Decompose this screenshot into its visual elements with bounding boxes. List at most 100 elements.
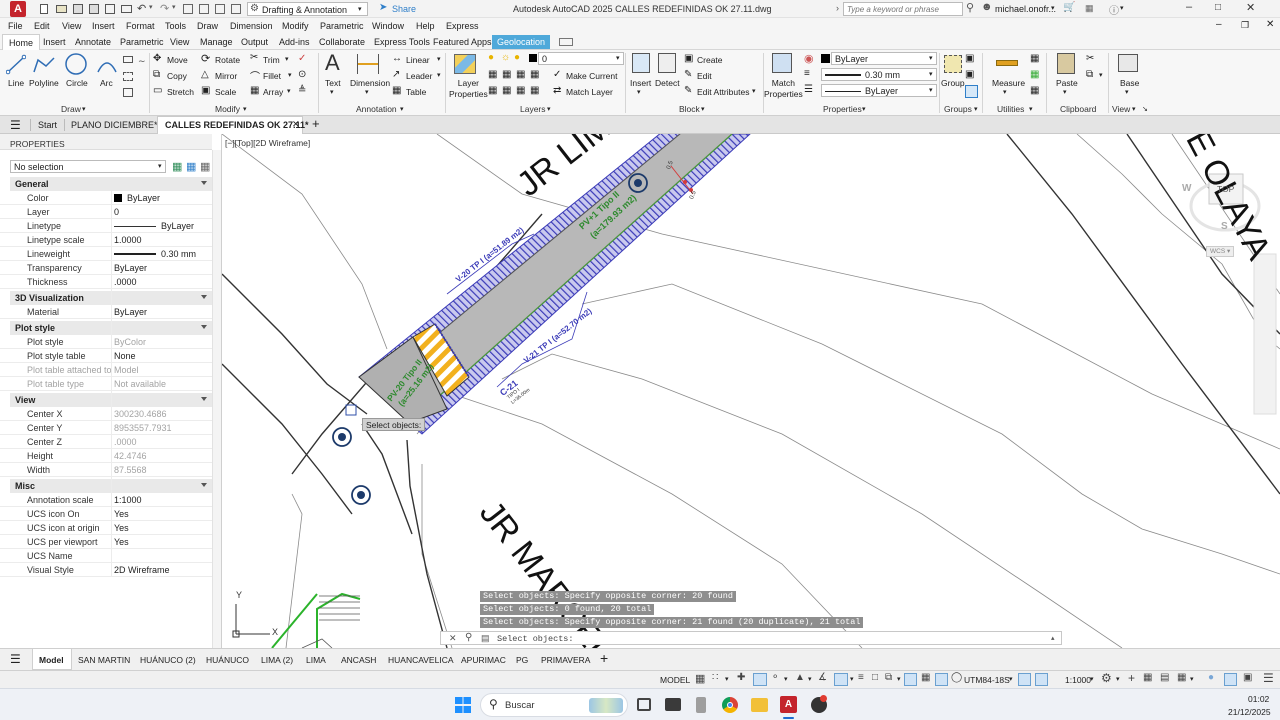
make-current-tool[interactable]: Make Current: [566, 71, 618, 81]
layer-tool-icon-3[interactable]: ▦: [516, 69, 525, 80]
folder-icon[interactable]: [751, 698, 768, 712]
insert-tool[interactable]: Insert: [630, 78, 651, 88]
color-dropdown[interactable]: ByLayer ▾: [831, 52, 937, 65]
rectangle-icon[interactable]: [123, 56, 133, 63]
command-line[interactable]: ✕ ⚲ ▤ Select objects: ▴: [440, 631, 1062, 645]
extra-app-icon[interactable]: [811, 695, 827, 713]
text-dropdown-icon[interactable]: ▾: [330, 88, 334, 96]
command-prompt-icon[interactable]: ▤: [481, 633, 490, 644]
isolate-objects-icon[interactable]: ●: [1208, 672, 1214, 683]
infer-constraints-icon[interactable]: ✚: [737, 672, 745, 683]
layer-tool-icon-4[interactable]: ▦: [530, 69, 539, 80]
layout-tab-model[interactable]: Model: [39, 655, 64, 665]
transparency-icon[interactable]: □: [872, 672, 878, 683]
ortho-icon[interactable]: [753, 673, 767, 686]
command-history-up-icon[interactable]: ▴: [1051, 634, 1055, 642]
erase-icon[interactable]: ✓: [298, 53, 306, 64]
layout-tab-apurimac[interactable]: APURIMAC: [461, 655, 506, 665]
properties-panel-label[interactable]: Properties: [823, 104, 862, 114]
menu-insert[interactable]: Insert: [92, 21, 115, 31]
annotation-scale[interactable]: 1:1000: [1065, 675, 1091, 685]
tab-output[interactable]: Output: [241, 37, 268, 47]
base-tool[interactable]: Base: [1120, 78, 1139, 88]
autoscale-icon[interactable]: [1035, 673, 1048, 686]
open-file-icon[interactable]: [56, 5, 67, 13]
lineweight-toggle-icon[interactable]: ≡: [858, 672, 864, 683]
layout-tab-lima[interactable]: LIMA: [306, 655, 326, 665]
layout-tab-huanuco-2[interactable]: HUÁNUCO (2): [140, 655, 196, 665]
tab-annotate[interactable]: Annotate: [75, 37, 111, 47]
doc-tab-close-icon[interactable]: ✕: [292, 119, 300, 130]
measure-dropdown-icon[interactable]: ▾: [1003, 88, 1007, 96]
tab-collaborate[interactable]: Collaborate: [319, 37, 365, 47]
tab-insert[interactable]: Insert: [43, 37, 66, 47]
taskbar-date[interactable]: 21/12/2025: [1228, 707, 1271, 717]
block-panel-chevron-icon[interactable]: ▾: [701, 105, 705, 113]
property-row[interactable]: Width 87.5568: [0, 463, 212, 477]
menu-dimension[interactable]: Dimension: [230, 21, 273, 31]
utility-icon-3[interactable]: ▦: [1030, 85, 1039, 96]
new-tab-plus-icon[interactable]: +: [312, 116, 320, 131]
workspace-switch-dropdown-icon[interactable]: ▾: [1116, 675, 1120, 683]
user-name[interactable]: michael.onofr...: [995, 4, 1056, 14]
copy-clip-icon[interactable]: ⧉: [1086, 69, 1093, 80]
doc-close-icon[interactable]: ✕: [1266, 19, 1274, 30]
layout-tab-huanuco[interactable]: HUÁNUCO: [206, 655, 249, 665]
properties-panel-chevron-icon[interactable]: ▾: [862, 105, 866, 113]
leader-tool[interactable]: Leader: [406, 71, 432, 81]
tab-geolocation[interactable]: Geolocation: [492, 35, 551, 49]
annotation-monitor-icon[interactable]: +: [1128, 671, 1135, 685]
property-row[interactable]: Plot style ByColor: [0, 335, 212, 349]
layer-tool-icon-6[interactable]: ▦: [502, 85, 511, 96]
draw-panel-chevron-icon[interactable]: ▾: [82, 105, 86, 113]
menu-draw[interactable]: Draw: [197, 21, 218, 31]
annotation-scale-dropdown-icon[interactable]: ▾: [1090, 675, 1094, 683]
export-icon[interactable]: [105, 4, 115, 14]
layer-tool-icon-5[interactable]: ▦: [488, 85, 497, 96]
linear-dropdown-icon[interactable]: ▾: [437, 55, 441, 63]
quick-select-icon[interactable]: ▦: [200, 160, 210, 173]
circle-icon[interactable]: [64, 52, 88, 76]
property-row[interactable]: UCS Name: [0, 549, 212, 563]
clipboard-panel-label[interactable]: Clipboard: [1060, 104, 1096, 114]
isodraft-dropdown-icon[interactable]: ▾: [808, 675, 812, 683]
copy-clip-dropdown-icon[interactable]: ▾: [1099, 71, 1103, 79]
property-row[interactable]: Visual Style 2D Wireframe: [0, 563, 212, 577]
print-icon[interactable]: [121, 5, 132, 13]
trim-dropdown-icon[interactable]: ▾: [285, 55, 289, 63]
windows-start-icon[interactable]: [455, 697, 471, 713]
model-space-toggle[interactable]: MODEL: [660, 675, 690, 685]
line-icon[interactable]: [6, 54, 26, 76]
menu-view[interactable]: View: [62, 21, 81, 31]
property-row[interactable]: Layer 0: [0, 205, 212, 219]
view-panel-chevron-icon[interactable]: ▾: [1132, 105, 1136, 113]
detect-tool[interactable]: Detect: [655, 78, 680, 88]
layout-tab-pg[interactable]: PG: [516, 655, 528, 665]
layers-panel-label[interactable]: Layers: [520, 104, 546, 114]
property-row[interactable]: Center Z .0000: [0, 435, 212, 449]
doc-tab-calles[interactable]: CALLES REDEFINIDAS OK 27.11*: [165, 120, 309, 130]
navigation-bar[interactable]: [1253, 253, 1277, 415]
linear-tool[interactable]: Linear: [406, 55, 430, 65]
lock-ui-dropdown-icon[interactable]: ▾: [1190, 675, 1194, 683]
help-dropdown-icon[interactable]: ▾: [1120, 4, 1124, 12]
viewcube-s-label[interactable]: S: [1221, 221, 1228, 232]
layout-tab-san-martin[interactable]: SAN MARTIN: [78, 655, 130, 665]
property-row[interactable]: Material ByLayer: [0, 305, 212, 319]
taskbar-time[interactable]: 01:02: [1248, 694, 1269, 704]
stretch-tool[interactable]: Stretch: [167, 87, 194, 97]
cut-icon[interactable]: ✂: [1086, 53, 1094, 64]
property-row[interactable]: UCS per viewport Yes: [0, 535, 212, 549]
layer-tool-icon-8[interactable]: ▦: [530, 85, 539, 96]
edit-attributes-tool[interactable]: Edit Attributes: [697, 87, 749, 97]
command-close-icon[interactable]: ✕: [449, 633, 457, 644]
utility-icon-2[interactable]: ▦: [1030, 69, 1039, 80]
hamburger-menu-icon[interactable]: ☰: [10, 118, 21, 132]
ribbon-options-icon[interactable]: [559, 38, 573, 46]
array-dropdown-icon[interactable]: ▾: [287, 87, 291, 95]
redo-dropdown-icon[interactable]: ▾: [172, 3, 176, 11]
group-tool[interactable]: Group: [941, 78, 965, 88]
polar-icon[interactable]: ⚬: [771, 672, 779, 683]
line-tool[interactable]: Line: [8, 78, 24, 88]
property-row[interactable]: Thickness .0000: [0, 275, 212, 289]
